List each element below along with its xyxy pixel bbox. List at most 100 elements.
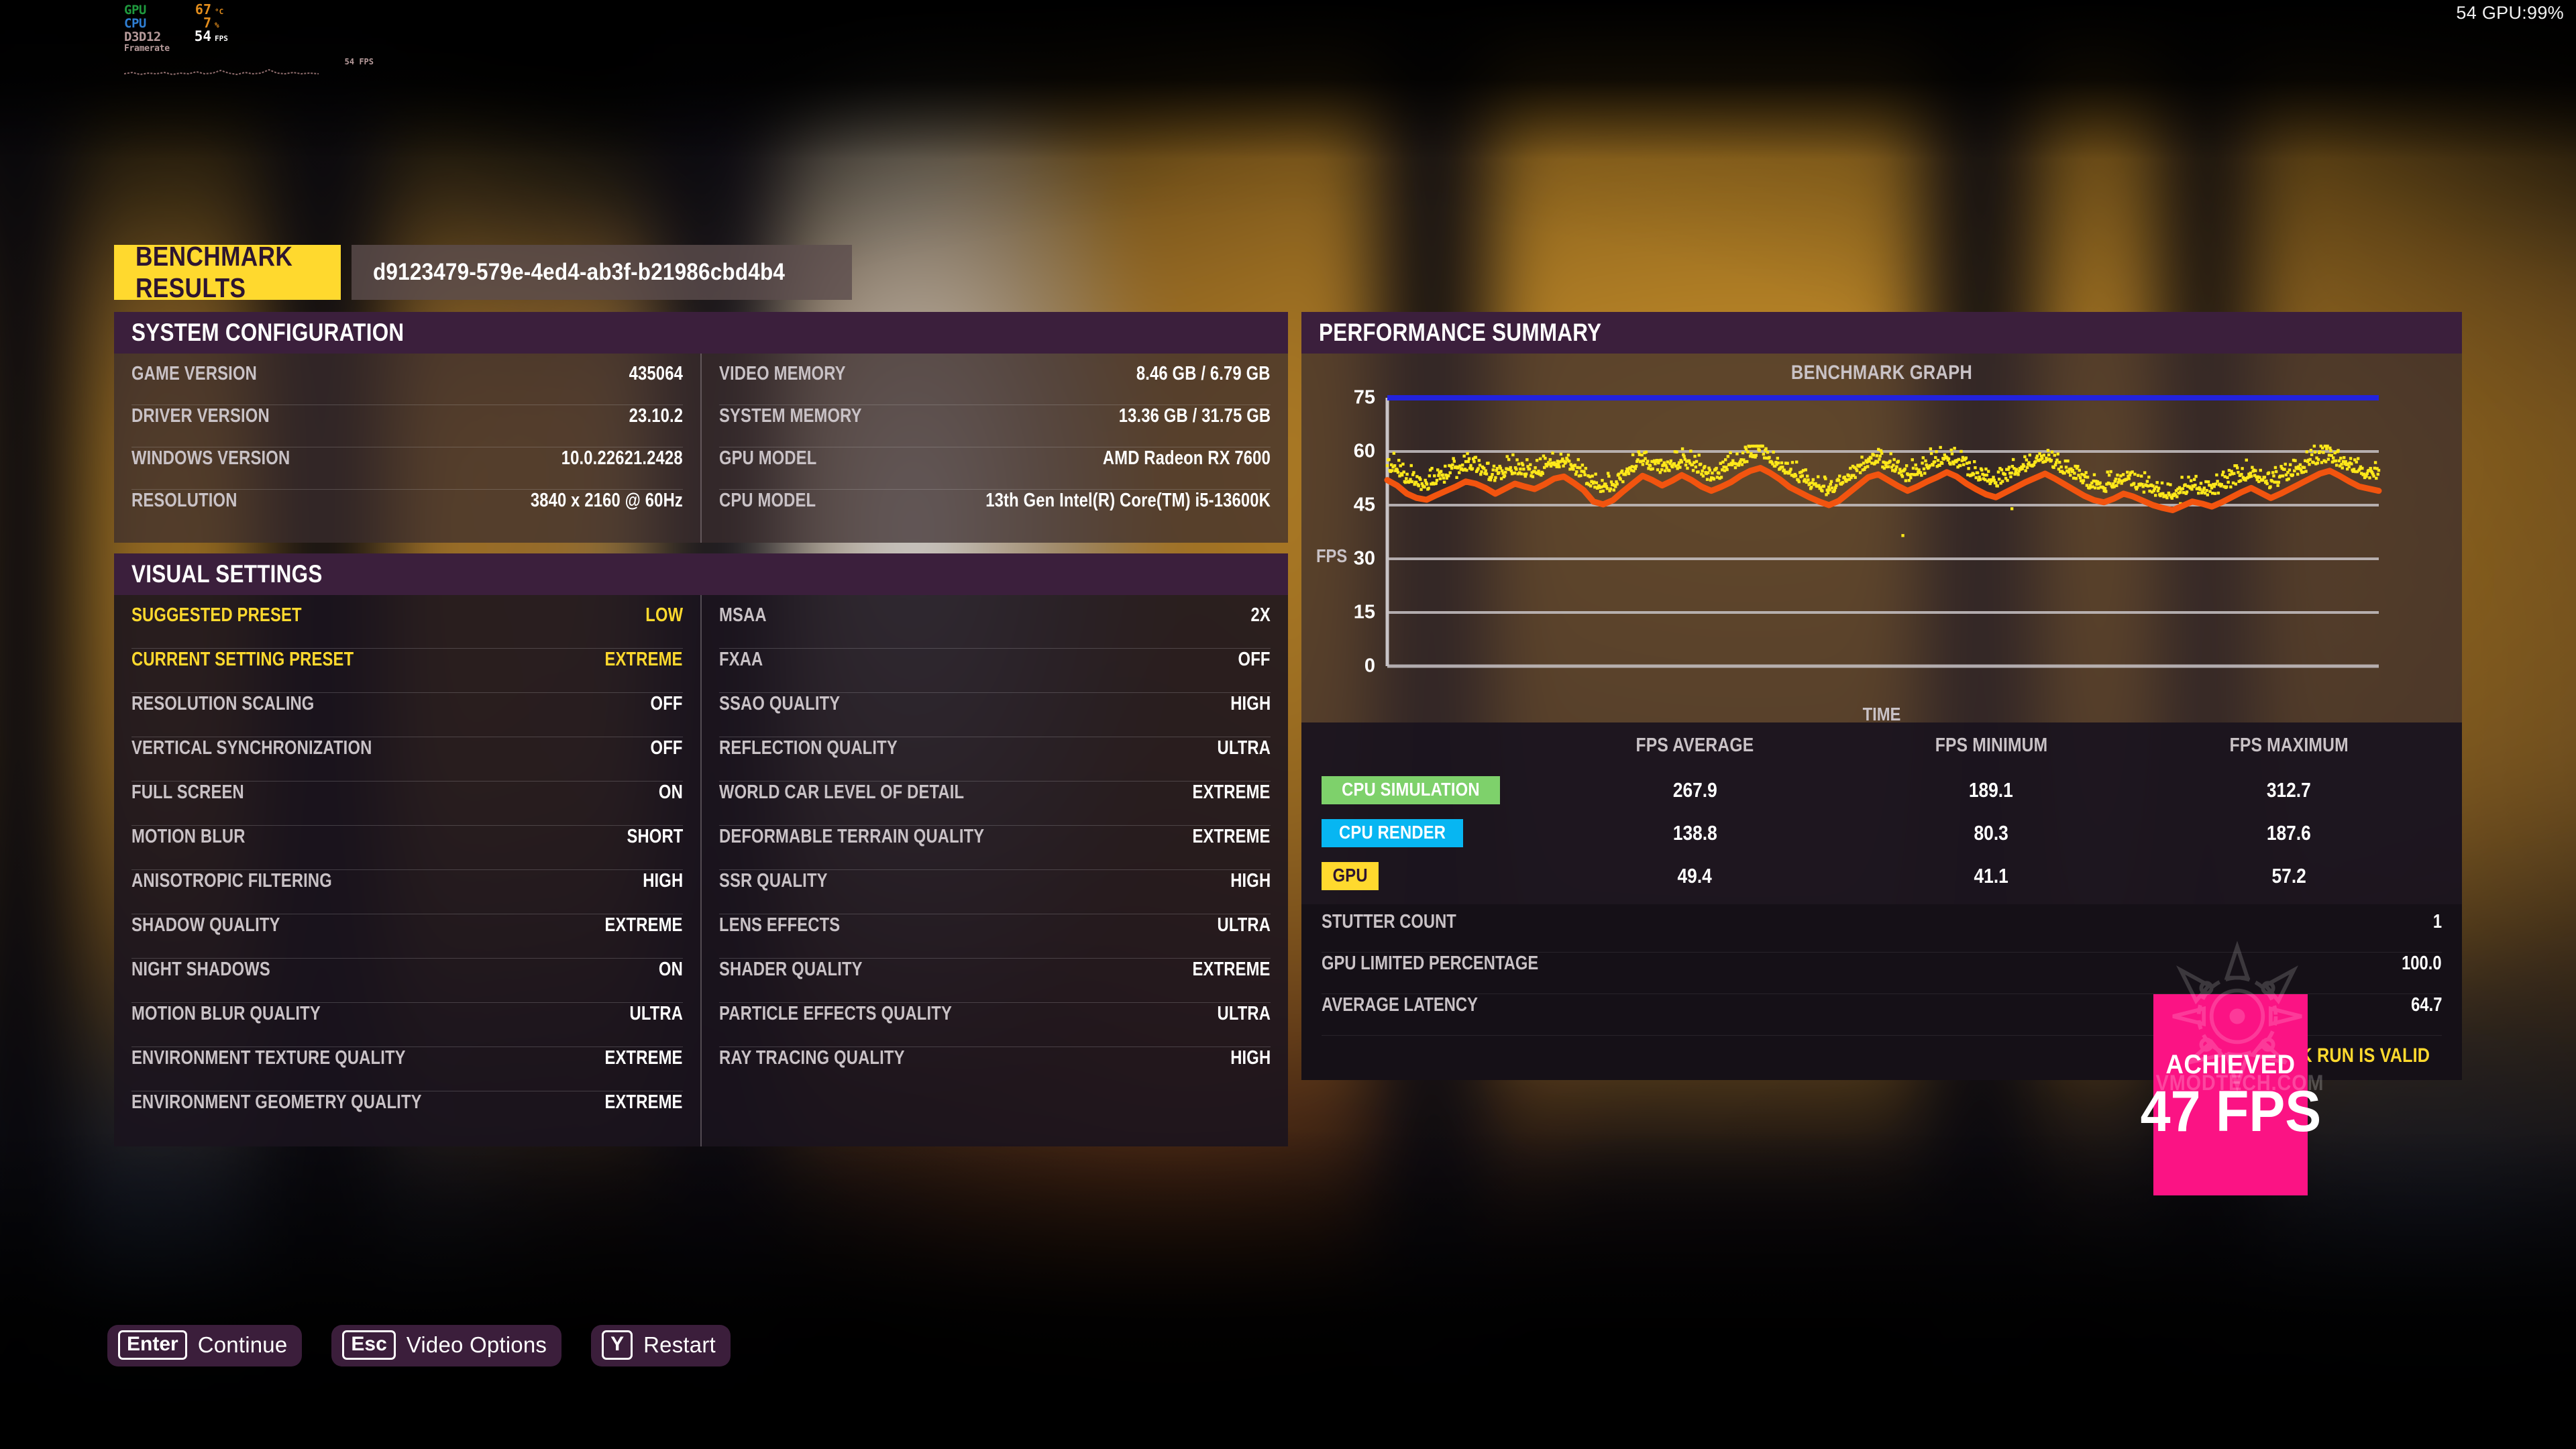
system-config-key: GAME VERSION bbox=[131, 363, 257, 384]
fps-stats-row: CPU RENDER 138.8 80.3 187.6 bbox=[1322, 812, 2442, 855]
benchmark-graph-container: BENCHMARK GRAPH FPS 75 60 45 30 15 0 TIME bbox=[1301, 354, 2462, 724]
visual-setting-value: ULTRA bbox=[1217, 914, 1271, 936]
misc-stat-key: AVERAGE LATENCY bbox=[1322, 994, 1478, 1016]
system-config-row: WINDOWS VERSION 10.0.22621.2428 bbox=[131, 447, 683, 490]
osd-unit-framerate: FPS bbox=[215, 34, 228, 43]
visual-setting-row: RESOLUTION SCALING OFF bbox=[131, 693, 683, 737]
osd-graph-label: Framerate bbox=[124, 44, 170, 54]
visual-setting-key: MOTION BLUR bbox=[131, 826, 246, 847]
benchmark-graph-ytick: 75 bbox=[1353, 386, 1375, 409]
system-config-key: RESOLUTION bbox=[131, 490, 237, 511]
fps-maximum-value: 57.2 bbox=[2271, 864, 2306, 888]
visual-setting-row: REFLECTION QUALITY ULTRA bbox=[719, 737, 1271, 782]
visual-setting-value: OFF bbox=[650, 693, 683, 714]
system-config-value: 13.36 GB / 31.75 GB bbox=[1118, 405, 1271, 427]
osd-row-api: D3D12 54 FPS bbox=[124, 30, 319, 44]
fps-stats-col-minimum: FPS MINIMUM bbox=[1935, 735, 2048, 756]
system-config-key: CPU MODEL bbox=[719, 490, 816, 511]
fps-minimum-value: 189.1 bbox=[1969, 778, 2014, 802]
fps-stats-row: CPU SIMULATION 267.9 189.1 312.7 bbox=[1322, 769, 2442, 812]
system-config-row: RESOLUTION 3840 x 2160 @ 60Hz bbox=[131, 490, 683, 532]
enter-key-icon: Enter bbox=[118, 1330, 187, 1360]
osd-unit-gpu: °C bbox=[215, 7, 224, 16]
restart-button-label: Restart bbox=[643, 1332, 716, 1357]
visual-setting-value: OFF bbox=[1238, 649, 1271, 670]
visual-setting-row: ANISOTROPIC FILTERING HIGH bbox=[131, 870, 683, 914]
visual-setting-row: NIGHT SHADOWS ON bbox=[131, 959, 683, 1003]
fps-average-value: 138.8 bbox=[1672, 821, 1717, 845]
system-config-value: 13th Gen Intel(R) Core(TM) i5-13600K bbox=[985, 490, 1271, 511]
legend-badge-label: GPU bbox=[1332, 865, 1368, 885]
visual-setting-row: MSAA 2X bbox=[719, 604, 1271, 649]
visual-setting-row: DEFORMABLE TERRAIN QUALITY EXTREME bbox=[719, 826, 1271, 870]
achieved-value: 47 FPS bbox=[2140, 1079, 2321, 1144]
visual-setting-value: HIGH bbox=[642, 870, 683, 892]
benchmark-run-id: d9123479-579e-4ed4-ab3f-b21986cbd4b4 bbox=[373, 259, 786, 285]
system-config-row: GAME VERSION 435064 bbox=[131, 363, 683, 405]
system-config-value: 435064 bbox=[629, 363, 683, 384]
visual-setting-value: ULTRA bbox=[1217, 737, 1271, 759]
legend-badge-cpu-render: CPU RENDER bbox=[1322, 819, 1464, 847]
fps-stats-legend-cell: CPU SIMULATION bbox=[1322, 769, 1543, 812]
visual-setting-value: EXTREME bbox=[1192, 826, 1271, 847]
misc-stat-value: 64.7 bbox=[2410, 994, 2442, 1016]
osd-label-api: D3D12 bbox=[124, 30, 161, 44]
visual-settings-body: SUGGESTED PRESET LOW CURRENT SETTING PRESE… bbox=[114, 595, 1288, 1146]
visual-setting-row: SHADER QUALITY EXTREME bbox=[719, 959, 1271, 1003]
osd-unit-cpu: % bbox=[215, 21, 219, 30]
visual-setting-value: OFF bbox=[650, 737, 683, 759]
fps-maximum-cell: 187.6 bbox=[2136, 812, 2442, 855]
left-column: SYSTEM CONFIGURATION GAME VERSION 435064 D… bbox=[114, 312, 1288, 1146]
system-config-value: 8.46 GB / 6.79 GB bbox=[1136, 363, 1271, 384]
osd-graph-fps: 54 FPS bbox=[344, 57, 374, 66]
osd-graph-line-icon bbox=[124, 68, 319, 76]
fps-stats-legend-cell: CPU RENDER bbox=[1322, 812, 1543, 855]
visual-setting-value: ON bbox=[658, 959, 683, 980]
system-configuration-body: GAME VERSION 435064 DRIVER VERSION 23.10.2 W… bbox=[114, 354, 1288, 543]
system-configuration-column-left: GAME VERSION 435064 DRIVER VERSION 23.10.2 W… bbox=[114, 354, 700, 543]
fps-stats-corner bbox=[1322, 725, 1543, 769]
benchmark-graph-svg bbox=[1384, 395, 2382, 668]
fps-minimum-cell: 189.1 bbox=[1847, 769, 2136, 812]
fps-stats-legend-cell: GPU bbox=[1322, 855, 1543, 898]
osd-value-cpu: 7 bbox=[203, 15, 211, 31]
misc-stat-value: 100.0 bbox=[2402, 953, 2442, 974]
benchmark-graph-xlabel: TIME bbox=[1862, 704, 1901, 724]
visual-setting-row: SHADOW QUALITY EXTREME bbox=[131, 914, 683, 959]
visual-setting-value: ULTRA bbox=[1217, 1003, 1271, 1024]
page-title: BENCHMARK RESULTS bbox=[136, 241, 293, 303]
restart-button[interactable]: Y Restart bbox=[591, 1325, 731, 1366]
visual-setting-row: MOTION BLUR QUALITY ULTRA bbox=[131, 1003, 683, 1047]
fps-average-cell: 267.9 bbox=[1543, 769, 1847, 812]
fps-stats-table: FPS AVERAGE FPS MINIMUM FPS MAXIMUM CPU … bbox=[1322, 725, 2442, 898]
fps-maximum-value: 312.7 bbox=[2266, 778, 2311, 802]
legend-badge-label: CPU SIMULATION bbox=[1342, 779, 1480, 800]
performance-summary-title: PERFORMANCE SUMMARY bbox=[1319, 319, 1602, 346]
fps-stats-col-average: FPS AVERAGE bbox=[1635, 735, 1754, 756]
osd-label-gpu: GPU bbox=[124, 3, 146, 17]
benchmark-graph-plot: FPS 75 60 45 30 15 0 bbox=[1316, 386, 2443, 701]
benchmark-run-id-chip: d9123479-579e-4ed4-ab3f-b21986cbd4b4 bbox=[352, 245, 853, 300]
performance-osd-overlay: GPU 67 °C CPU 7 % D3D12 54 FPS Framerate… bbox=[124, 3, 374, 76]
video-options-button[interactable]: Esc Video Options bbox=[331, 1325, 562, 1366]
visual-setting-value: EXTREME bbox=[1192, 959, 1271, 980]
fps-minimum-value: 41.1 bbox=[1974, 864, 2008, 888]
legend-badge-label: CPU RENDER bbox=[1339, 822, 1446, 843]
benchmark-graph-ytick: 15 bbox=[1353, 601, 1375, 623]
visual-setting-row: ENVIRONMENT TEXTURE QUALITY EXTREME bbox=[131, 1047, 683, 1091]
visual-setting-key: SHADOW QUALITY bbox=[131, 914, 280, 936]
visual-setting-value: SHORT bbox=[626, 826, 683, 847]
visual-setting-key: NIGHT SHADOWS bbox=[131, 959, 270, 980]
fps-stats-block: FPS AVERAGE FPS MINIMUM FPS MAXIMUM CPU … bbox=[1301, 722, 2462, 904]
visual-setting-value: ON bbox=[658, 782, 683, 803]
visual-setting-value: HIGH bbox=[1230, 870, 1271, 892]
visual-setting-key: ANISOTROPIC FILTERING bbox=[131, 870, 332, 892]
system-config-key: WINDOWS VERSION bbox=[131, 447, 290, 469]
visual-setting-row: PARTICLE EFFECTS QUALITY ULTRA bbox=[719, 1003, 1271, 1047]
fps-average-value: 49.4 bbox=[1677, 864, 1712, 888]
system-config-key: SYSTEM MEMORY bbox=[719, 405, 862, 427]
legend-badge-cpu-simulation: CPU SIMULATION bbox=[1322, 776, 1500, 804]
continue-button[interactable]: Enter Continue bbox=[107, 1325, 303, 1366]
benchmark-title-row: BENCHMARK RESULTS d9123479-579e-4ed4-ab3… bbox=[114, 241, 853, 303]
visual-setting-value: EXTREME bbox=[604, 649, 683, 670]
